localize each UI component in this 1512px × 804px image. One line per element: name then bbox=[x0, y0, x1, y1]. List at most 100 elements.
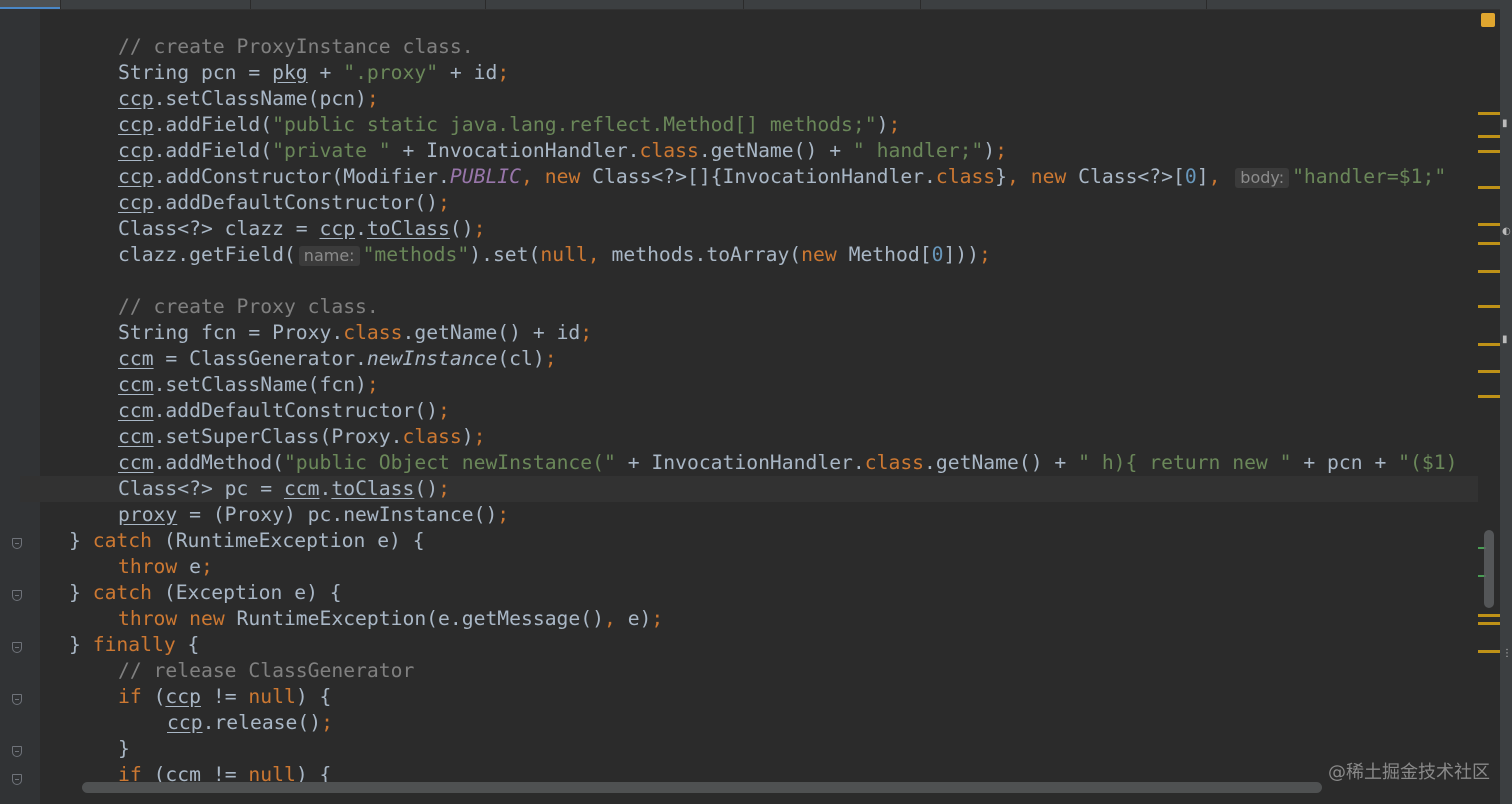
code-token: ccm bbox=[118, 347, 154, 370]
editor-tab-active[interactable] bbox=[0, 0, 61, 9]
code-line[interactable]: ccm.setSuperClass(Proxy.class); bbox=[118, 424, 485, 450]
code-token: ccm bbox=[118, 425, 154, 448]
code-line[interactable]: } finally { bbox=[69, 632, 199, 658]
code-line[interactable]: ccm.addDefaultConstructor(); bbox=[118, 398, 450, 424]
code-token: ; bbox=[473, 217, 486, 240]
code-token: "public static java.lang.reflect.Method[… bbox=[272, 113, 877, 136]
code-token: . bbox=[319, 477, 332, 500]
code-token: ; bbox=[995, 139, 1008, 162]
code-line[interactable]: ccp.addField("public static java.lang.re… bbox=[118, 112, 900, 138]
warning-marker[interactable] bbox=[1478, 270, 1500, 273]
code-line[interactable]: clazz.getField(name: "methods").set(null,… bbox=[118, 242, 991, 268]
code-token: String fcn = Proxy. bbox=[118, 321, 344, 344]
code-token: (RuntimeException e) { bbox=[163, 529, 425, 552]
warning-marker[interactable] bbox=[1478, 343, 1500, 346]
warning-marker[interactable] bbox=[1478, 305, 1500, 308]
editor-tab[interactable] bbox=[250, 0, 486, 9]
code-token: () bbox=[414, 477, 439, 500]
code-line[interactable]: } catch (RuntimeException e) { bbox=[69, 528, 425, 554]
code-token: e bbox=[189, 555, 201, 578]
code-line[interactable]: ccm.addMethod("public Object newInstance… bbox=[118, 450, 1457, 476]
code-line[interactable]: ccp.release(); bbox=[167, 710, 333, 736]
code-line[interactable]: Class<?> clazz = ccp.toClass(); bbox=[118, 216, 485, 242]
code-token: != bbox=[200, 685, 249, 708]
code-token: ccp bbox=[165, 685, 201, 708]
warning-marker[interactable] bbox=[1478, 135, 1500, 138]
code-token: + InvocationHandler. bbox=[390, 139, 640, 162]
code-token: class bbox=[343, 321, 403, 344]
tool-window-icon[interactable]: ◐ bbox=[1502, 227, 1511, 237]
code-token: ; bbox=[438, 477, 450, 500]
code-token: Class<?> pc = bbox=[118, 477, 284, 500]
code-token: ccp bbox=[118, 165, 154, 188]
warning-marker[interactable] bbox=[1478, 622, 1500, 625]
code-line[interactable]: } catch (Exception e) { bbox=[69, 580, 342, 606]
code-line[interactable]: // create ProxyInstance class. bbox=[118, 34, 474, 60]
warning-marker[interactable] bbox=[1478, 223, 1500, 226]
code-token: ; bbox=[438, 399, 450, 422]
warning-marker[interactable] bbox=[1478, 395, 1500, 398]
code-line[interactable]: // create Proxy class. bbox=[118, 294, 379, 320]
code-token: ) bbox=[461, 425, 474, 448]
code-token: ) { bbox=[295, 685, 332, 708]
code-line[interactable]: ccp.setClassName(pcn); bbox=[118, 86, 379, 112]
editor-tab[interactable] bbox=[920, 0, 1207, 9]
code-token: ).set( bbox=[469, 243, 541, 266]
code-line[interactable]: ccp.addConstructor(Modifier.PUBLIC, new … bbox=[118, 164, 1446, 190]
code-line[interactable]: String fcn = Proxy.class.getName() + id; bbox=[118, 320, 592, 346]
code-token: ".proxy" bbox=[343, 61, 439, 84]
code-editor[interactable]: // create ProxyInstance class. String pcn… bbox=[0, 0, 1512, 804]
warning-marker[interactable] bbox=[1478, 112, 1500, 115]
code-token: String pcn = bbox=[118, 61, 273, 84]
code-line[interactable]: // release ClassGenerator bbox=[118, 658, 414, 684]
code-line[interactable]: throw e; bbox=[118, 554, 213, 580]
vertical-scrollbar[interactable] bbox=[1484, 530, 1494, 608]
editor-tab[interactable] bbox=[60, 0, 251, 9]
code-line[interactable]: ccm.setClassName(fcn); bbox=[118, 372, 379, 398]
code-line[interactable]: ccp.addField("private " + InvocationHand… bbox=[118, 138, 1007, 164]
code-line-current[interactable]: Class<?> pc = ccm.toClass(); bbox=[20, 476, 1478, 502]
warning-marker[interactable] bbox=[1478, 186, 1500, 189]
code-line[interactable]: throw new RuntimeException(e.getMessage(… bbox=[118, 606, 663, 632]
code-token: new bbox=[1030, 165, 1079, 188]
code-token: throw new bbox=[118, 607, 237, 630]
code-token: ; bbox=[651, 607, 664, 630]
code-token: ccm bbox=[283, 477, 320, 500]
error-stripe[interactable] bbox=[1478, 10, 1500, 804]
tool-window-icon[interactable]: ⋮ bbox=[1502, 649, 1512, 659]
code-token: ) bbox=[983, 139, 996, 162]
code-token: // release ClassGenerator bbox=[118, 659, 415, 682]
code-token: Method[ bbox=[848, 243, 932, 266]
warning-marker[interactable] bbox=[1478, 370, 1500, 373]
editor-tab[interactable] bbox=[743, 0, 921, 9]
code-token: .addDefaultConstructor() bbox=[153, 399, 439, 422]
code-token: // create ProxyInstance class. bbox=[118, 35, 474, 58]
warning-marker[interactable] bbox=[1478, 150, 1500, 153]
code-line[interactable]: } bbox=[118, 736, 130, 762]
inspection-warning-icon[interactable] bbox=[1481, 13, 1495, 27]
code-line[interactable]: String pcn = pkg + ".proxy" + id; bbox=[118, 60, 509, 86]
code-line[interactable]: proxy = (Proxy) pc.newInstance(); bbox=[118, 502, 509, 528]
code-token: ccp bbox=[118, 113, 154, 136]
code-token: ) bbox=[876, 113, 889, 136]
code-token: ccp bbox=[118, 139, 154, 162]
code-token: methods.toArray( bbox=[611, 243, 802, 266]
code-line[interactable]: ccp.addDefaultConstructor(); bbox=[118, 190, 450, 216]
code-token: pkg bbox=[272, 61, 308, 84]
code-token: ; bbox=[580, 321, 593, 344]
tool-window-icon[interactable]: ▮ bbox=[1502, 335, 1510, 345]
code-token: ; bbox=[497, 61, 510, 84]
warning-marker[interactable] bbox=[1478, 242, 1500, 245]
tool-window-icon[interactable]: ▮ bbox=[1502, 119, 1510, 129]
warning-marker[interactable] bbox=[1478, 614, 1500, 617]
parameter-hint: body: bbox=[1235, 168, 1290, 188]
code-line[interactable]: if (ccp != null) { bbox=[118, 684, 331, 710]
code-line[interactable]: ccm = ClassGenerator.newInstance(cl); bbox=[118, 346, 557, 372]
editor-tab[interactable] bbox=[485, 0, 744, 9]
code-token: class bbox=[864, 451, 925, 474]
editor-tab-bar bbox=[0, 0, 1512, 10]
code-area[interactable]: // create ProxyInstance class. String pcn… bbox=[0, 10, 1478, 804]
code-token: .getName() + id bbox=[402, 321, 581, 344]
warning-marker[interactable] bbox=[1478, 650, 1500, 653]
horizontal-scrollbar[interactable] bbox=[82, 782, 1322, 793]
